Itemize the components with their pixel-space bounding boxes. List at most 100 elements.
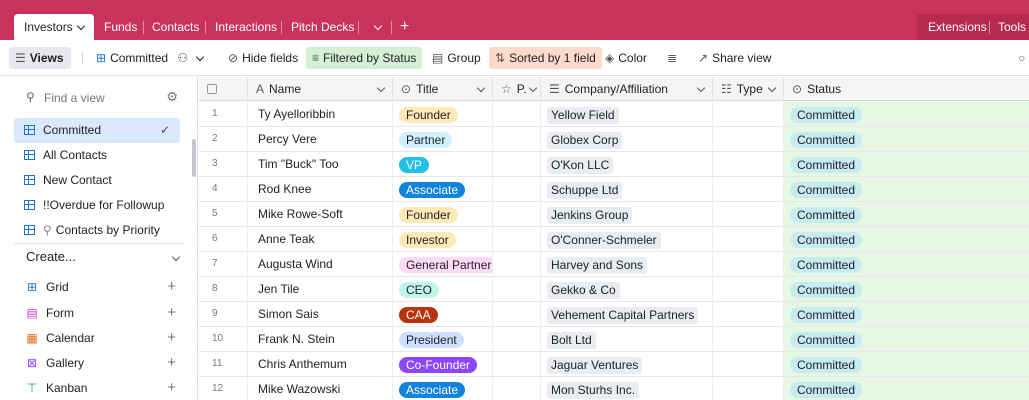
cell-name[interactable]: Jen Tile [248,277,393,301]
cell-type[interactable] [713,102,784,126]
sidebar-view-all-contacts[interactable]: All Contacts [14,143,180,168]
cell-company[interactable]: Globex Corp [541,127,713,151]
table-row[interactable]: 7 Augusta Wind General Partner Harvey and S… [199,252,1029,277]
cell-name[interactable]: Frank N. Stein [248,327,393,351]
cell-title[interactable]: Partner [393,127,493,151]
cell-title[interactable]: Founder [393,102,493,126]
cell-type[interactable] [713,127,784,151]
filter-button[interactable]: ≡ Filtered by Status [306,47,423,69]
find-view-search[interactable]: ⚲ Find a view ⚙ [14,87,182,107]
create-view-heading[interactable]: Create... [26,249,76,264]
cell-priority[interactable] [493,352,541,376]
cell-status[interactable]: Committed [784,127,1029,151]
cell-title[interactable]: General Partner [393,252,493,276]
column-header-name[interactable]: A Name [248,77,393,101]
sidebar-view-committed[interactable]: Committed ✓ [14,118,180,143]
cell-status[interactable]: Committed [784,227,1029,251]
cell-title[interactable]: CAA [393,302,493,326]
table-row[interactable]: 2 Percy Vere Partner Globex Corp Committed [199,127,1029,152]
cell-status[interactable]: Committed [784,302,1029,326]
cell-title[interactable]: CEO [393,277,493,301]
create-gallery-view[interactable]: ⊠ Gallery + [26,353,186,373]
cell-type[interactable] [713,252,784,276]
color-button[interactable]: ◈ Color [605,47,647,69]
cell-company[interactable]: Mon Sturhs Inc. [541,377,713,400]
cell-name[interactable]: Ty Ayelloribbin [248,102,393,126]
cell-priority[interactable] [493,277,541,301]
sidebar-view-new-contact[interactable]: New Contact [14,168,180,193]
cell-status[interactable]: Committed [784,252,1029,276]
cell-priority[interactable] [493,177,541,201]
cell-title[interactable]: Investor [393,227,493,251]
cell-priority[interactable] [493,152,541,176]
cell-type[interactable] [713,302,784,326]
column-header-type[interactable]: ☷ Type [713,77,784,101]
cell-status[interactable]: Committed [784,352,1029,376]
cell-title[interactable]: Co-Founder [393,352,493,376]
tab-funds[interactable]: Funds [104,14,137,40]
table-row[interactable]: 9 Simon Sais CAA Vehement Capital Partners C… [199,302,1029,327]
row-height-button[interactable]: ≣ [667,47,681,69]
search-icon[interactable]: ○ [1018,47,1025,69]
cell-company[interactable]: Yellow Field [541,102,713,126]
cell-title[interactable]: Associate [393,177,493,201]
column-header-title[interactable]: ⊙ Title [393,77,493,101]
sidebar-scrollbar[interactable] [192,139,196,177]
create-form-view[interactable]: ▤ Form + [26,303,186,323]
cell-company[interactable]: Gekko & Co [541,277,713,301]
cell-type[interactable] [713,327,784,351]
table-row[interactable]: 3 Tim "Buck" Too VP O'Kon LLC Committed [199,152,1029,177]
table-row[interactable]: 10 Frank N. Stein President Bolt Ltd Committ… [199,327,1029,352]
cell-title[interactable]: VP [393,152,493,176]
group-button[interactable]: ▤ Group [432,47,481,69]
cell-type[interactable] [713,177,784,201]
cell-name[interactable]: Mike Rowe-Soft [248,202,393,226]
column-header-status[interactable]: ⊙ Status [784,77,1029,101]
cell-priority[interactable] [493,202,541,226]
table-row[interactable]: 1 Ty Ayelloribbin Founder Yellow Field Commi… [199,102,1029,127]
cell-status[interactable]: Committed [784,152,1029,176]
share-view-button[interactable]: ↗ Share view [698,47,771,69]
current-view-button[interactable]: ⊞ Committed ⚇ [96,47,205,69]
cell-name[interactable]: Rod Knee [248,177,393,201]
cell-company[interactable]: Jaguar Ventures [541,352,713,376]
tools-button[interactable]: Tools [998,14,1026,40]
cell-type[interactable] [713,377,784,400]
cell-name[interactable]: Mike Wazowski [248,377,393,400]
cell-status[interactable]: Committed [784,277,1029,301]
cell-company[interactable]: O'Conner-Schmeler [541,227,713,251]
cell-name[interactable]: Augusta Wind [248,252,393,276]
cell-company[interactable]: Vehement Capital Partners [541,302,713,326]
cell-status[interactable]: Committed [784,327,1029,351]
cell-name[interactable]: Chris Anthemum [248,352,393,376]
cell-type[interactable] [713,152,784,176]
cell-title[interactable]: Associate [393,377,493,400]
sidebar-view-overdue[interactable]: !!Overdue for Followup [14,193,180,218]
cell-name[interactable]: Percy Vere [248,127,393,151]
cell-title[interactable]: Founder [393,202,493,226]
cell-name[interactable]: Tim "Buck" Too [248,152,393,176]
add-tab-button[interactable]: + [400,14,409,40]
cell-name[interactable]: Simon Sais [248,302,393,326]
cell-priority[interactable] [493,227,541,251]
gear-icon[interactable]: ⚙ [166,89,178,105]
create-calendar-view[interactable]: ▦ Calendar + [26,328,186,348]
table-row[interactable]: 12 Mike Wazowski Associate Mon Sturhs Inc. C… [199,377,1029,400]
cell-company[interactable]: Schuppe Ltd [541,177,713,201]
cell-title[interactable]: President [393,327,493,351]
hide-fields-button[interactable]: ⊘ Hide fields [228,47,298,69]
cell-company[interactable]: Jenkins Group [541,202,713,226]
column-header-company[interactable]: ☰ Company/Affiliation [541,77,713,101]
table-row[interactable]: 11 Chris Anthemum Co-Founder Jaguar Venture… [199,352,1029,377]
sort-button[interactable]: ⇅ Sorted by 1 field [489,47,602,69]
cell-type[interactable] [713,202,784,226]
cell-status[interactable]: Committed [784,377,1029,400]
cell-status[interactable]: Committed [784,202,1029,226]
chevron-down-icon[interactable] [168,251,181,265]
cell-company[interactable]: O'Kon LLC [541,152,713,176]
create-kanban-view[interactable]: ⊤ Kanban + [26,378,186,398]
table-row[interactable]: 4 Rod Knee Associate Schuppe Ltd Committed [199,177,1029,202]
table-row[interactable]: 5 Mike Rowe-Soft Founder Jenkins Group Commi… [199,202,1029,227]
extensions-button[interactable]: Extensions [928,14,987,40]
cell-priority[interactable] [493,377,541,400]
